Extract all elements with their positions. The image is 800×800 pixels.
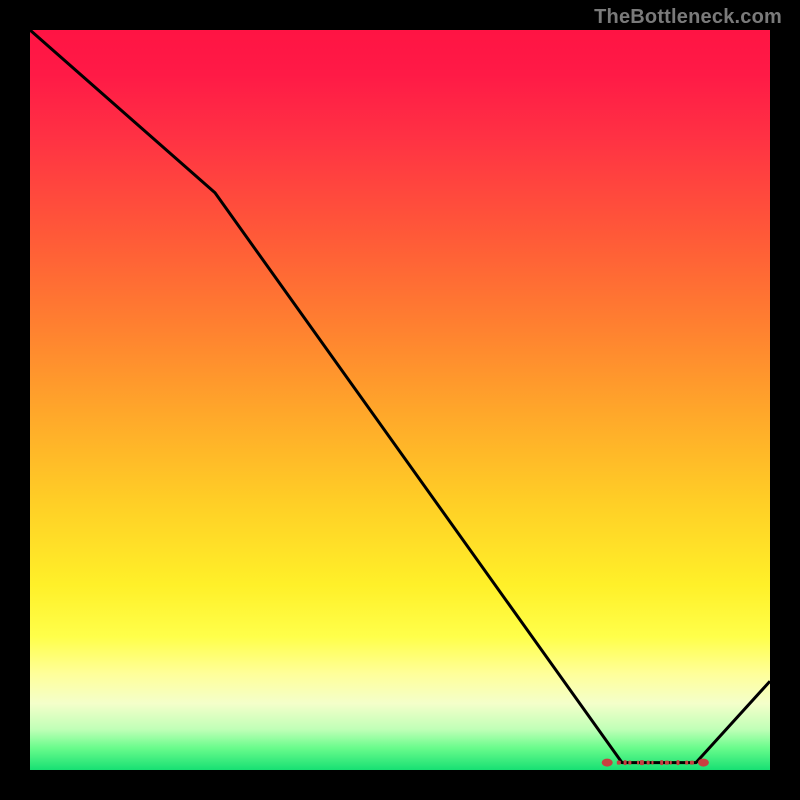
annotation-end-marker <box>602 759 613 767</box>
chart-line <box>30 30 770 763</box>
chart-svg <box>30 30 770 770</box>
annotation-end-marker <box>698 759 709 767</box>
attribution-text: TheBottleneck.com <box>594 6 782 29</box>
plot-area <box>30 30 770 770</box>
chart-frame: TheBottleneck.com <box>0 0 800 800</box>
